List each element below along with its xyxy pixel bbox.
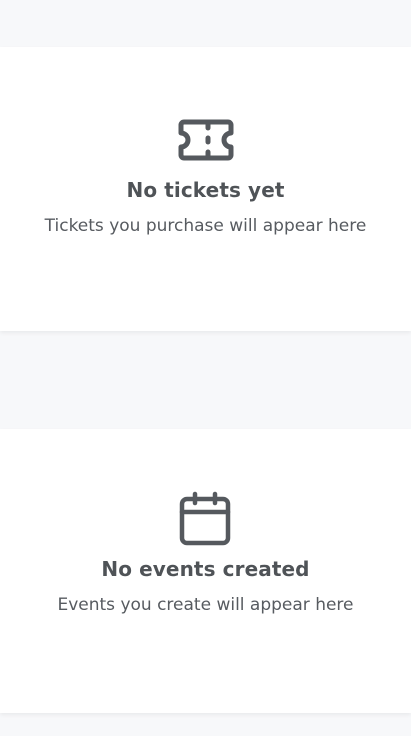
calendar-icon xyxy=(179,491,230,546)
events-empty-title: No events created xyxy=(101,557,310,581)
events-empty-state-card: No events created Events you create will… xyxy=(0,429,411,713)
ticket-icon xyxy=(178,119,233,161)
tickets-empty-title: No tickets yet xyxy=(126,178,285,202)
tickets-empty-state-card: No tickets yet Tickets you purchase will… xyxy=(0,47,411,331)
tickets-empty-subtitle: Tickets you purchase will appear here xyxy=(44,216,367,236)
events-empty-subtitle: Events you create will appear here xyxy=(57,595,354,615)
